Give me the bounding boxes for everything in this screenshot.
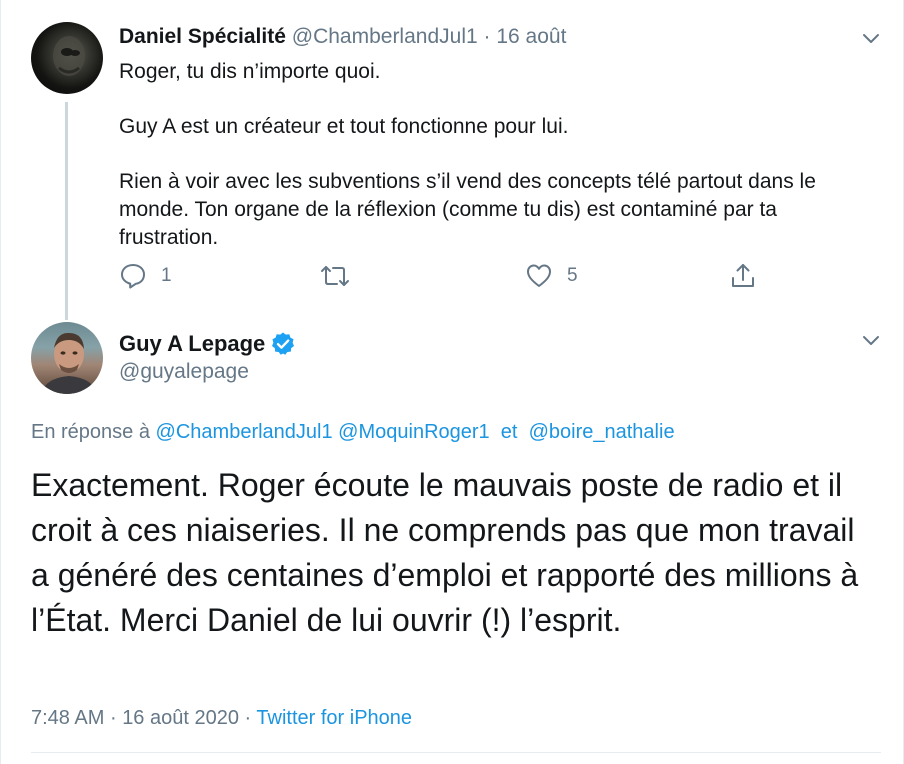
reply-tweet-text: Roger, tu dis n’importe quoi. Guy A est … xyxy=(119,58,859,279)
tweet-metadata: 7:48 AM · 16 août 2020 · Twitter for iPh… xyxy=(31,705,412,731)
main-author-handle[interactable]: @guyalepage xyxy=(119,359,249,385)
mention-link[interactable]: @boire_nathalie xyxy=(529,421,675,443)
reply-tweet-header: Daniel Spécialité @ChamberlandJul1 · 16 … xyxy=(119,24,566,50)
reply-author-name[interactable]: Daniel Spécialité xyxy=(119,25,286,48)
share-button[interactable] xyxy=(729,262,757,290)
reply-button[interactable]: 1 xyxy=(119,262,172,290)
reply-count: 1 xyxy=(161,265,172,286)
thread-connector-line xyxy=(65,102,68,320)
meta-separator: · xyxy=(109,707,117,729)
avatar-daniel[interactable] xyxy=(31,22,103,94)
reply-tweet-actions: 1 5 xyxy=(119,262,779,294)
mention-link[interactable]: @MoquinRoger1 xyxy=(338,421,490,443)
reply-paragraph: Rien à voir avec les subventions s’il ve… xyxy=(119,170,816,249)
header-separator: · xyxy=(483,25,491,48)
chevron-down-icon[interactable] xyxy=(861,334,881,348)
avatar-guy-a-lepage[interactable] xyxy=(31,322,103,394)
chevron-down-icon[interactable] xyxy=(861,32,881,46)
main-author-name-row: Guy A Lepage xyxy=(119,330,296,358)
like-button[interactable]: 5 xyxy=(525,262,578,290)
replying-to-line: En réponse à @ChamberlandJul1 @MoquinRog… xyxy=(31,419,675,445)
retweet-button[interactable] xyxy=(319,262,351,290)
mention-link[interactable]: @ChamberlandJul1 xyxy=(156,421,333,443)
meta-separator: · xyxy=(244,707,252,729)
share-icon xyxy=(732,264,754,287)
tweet-time[interactable]: 7:48 AM xyxy=(31,707,104,729)
like-count: 5 xyxy=(567,265,578,286)
main-tweet-text: Exactement. Roger écoute le mauvais post… xyxy=(31,467,859,638)
main-author-name[interactable]: Guy A Lepage xyxy=(119,330,265,358)
divider xyxy=(31,752,881,753)
reply-date[interactable]: 16 août xyxy=(496,25,566,48)
heart-icon xyxy=(527,264,551,287)
tweet-thread: Daniel Spécialité @ChamberlandJul1 · 16 … xyxy=(0,0,904,764)
reply-author-handle[interactable]: @ChamberlandJul1 xyxy=(292,25,478,48)
reply-icon xyxy=(121,264,145,289)
reply-paragraph: Roger, tu dis n’importe quoi. xyxy=(119,60,381,83)
replying-to-label: En réponse à xyxy=(31,421,150,443)
verified-badge-icon xyxy=(272,332,295,355)
replying-to-conjunction[interactable]: et xyxy=(501,421,518,443)
reply-paragraph: Guy A est un créateur et tout fonctionne… xyxy=(119,115,569,138)
tweet-date[interactable]: 16 août 2020 xyxy=(122,707,239,729)
retweet-icon xyxy=(321,266,349,286)
tweet-source-link[interactable]: Twitter for iPhone xyxy=(256,707,412,729)
